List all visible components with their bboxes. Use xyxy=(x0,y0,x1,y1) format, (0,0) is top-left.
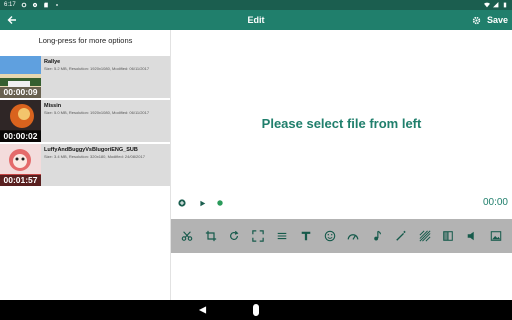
system-nav-bar xyxy=(0,300,512,320)
text-icon xyxy=(301,231,311,241)
save-button[interactable]: Save xyxy=(472,12,508,28)
empty-state-message: Please select file from left xyxy=(261,116,422,131)
file-name: Rallye xyxy=(44,59,61,65)
volume-icon xyxy=(467,231,474,241)
dot-notification-icon xyxy=(55,4,58,6)
back-button[interactable] xyxy=(4,12,20,28)
nav-home-button[interactable] xyxy=(251,304,261,316)
flip-tool-button[interactable] xyxy=(441,229,455,243)
arrow-left-icon xyxy=(7,16,16,24)
video-thumbnail: 00:00:09 xyxy=(0,56,41,98)
time-display: 00:00 xyxy=(482,197,508,208)
file-item-luffy[interactable]: 00:01:57 LuffyAndBuggyVsBlugoriENG_SUB S… xyxy=(0,144,170,186)
speed-icon xyxy=(348,234,359,240)
filter-tool-button[interactable] xyxy=(275,229,289,243)
file-meta: Size: 3.4 MB, Resolution: 320x180, Modif… xyxy=(44,154,145,159)
emoji-icon xyxy=(324,230,335,242)
rotate-icon xyxy=(230,230,239,240)
settings-notification-icon xyxy=(21,2,26,8)
file-list-panel: Long-press for more options 00:00:09 Ral… xyxy=(0,30,171,300)
add-circle-icon xyxy=(178,199,186,207)
file-meta: Size: 5.0 MB, Resolution: 1920x1080, Mod… xyxy=(44,110,150,115)
status-bar: 6:17 xyxy=(0,0,512,10)
effects-tool-button[interactable] xyxy=(394,229,408,243)
file-meta: Size: 5.2 MB, Resolution: 1920x1080, Mod… xyxy=(44,66,150,71)
scissors-icon xyxy=(181,231,193,241)
gear-icon xyxy=(472,16,481,24)
triangle-back-icon xyxy=(198,306,206,314)
nav-back-button[interactable] xyxy=(196,304,208,316)
gear-notification-icon xyxy=(32,2,37,8)
long-press-hint: Long-press for more options xyxy=(38,36,133,45)
speed-tool-button[interactable] xyxy=(346,229,360,243)
magic-icon xyxy=(396,230,406,241)
cut-tool-button[interactable] xyxy=(180,229,194,243)
fullscreen-icon xyxy=(252,230,264,242)
text-tool-button[interactable] xyxy=(299,229,313,243)
video-duration: 00:00:09 xyxy=(0,87,41,98)
app-bar: Edit Save xyxy=(0,10,512,30)
file-name: Missin xyxy=(44,103,62,109)
add-marker-button[interactable] xyxy=(177,198,187,208)
crop-tool-button[interactable] xyxy=(204,229,218,243)
save-label: Save xyxy=(486,15,508,25)
file-item-missin[interactable]: 00:00:02 Missin Size: 5.0 MB, Resolution… xyxy=(0,100,170,142)
sticker-tool-button[interactable] xyxy=(323,229,337,243)
battery-icon xyxy=(503,2,507,8)
sd-card-icon xyxy=(43,2,48,8)
file-item-rallye[interactable]: 00:00:09 Rallye Size: 5.2 MB, Resolution… xyxy=(0,56,170,98)
signal-icon xyxy=(493,2,499,8)
status-time: 6:17 xyxy=(4,2,16,8)
image-tool-button[interactable] xyxy=(489,229,503,243)
wifi-icon xyxy=(484,2,490,8)
playback-controls: 00:00 xyxy=(171,196,512,210)
volume-tool-button[interactable] xyxy=(465,229,479,243)
seek-dot-icon xyxy=(217,200,223,206)
video-duration: 00:00:02 xyxy=(0,131,41,142)
overlay-tool-button[interactable] xyxy=(418,229,432,243)
rotate-tool-button[interactable] xyxy=(227,229,241,243)
music-icon xyxy=(374,230,382,241)
crop-icon xyxy=(205,230,216,242)
video-thumbnail: 00:01:57 xyxy=(0,144,41,186)
page-title: Edit xyxy=(247,15,265,25)
music-tool-button[interactable] xyxy=(370,229,384,243)
app-root: 6:17 Edit Save Long-press for more optio… xyxy=(0,0,512,320)
play-button[interactable] xyxy=(197,198,207,208)
mirror-icon xyxy=(443,231,454,241)
image-icon xyxy=(490,231,502,241)
video-thumbnail: 00:00:02 xyxy=(0,100,41,142)
video-duration: 00:01:57 xyxy=(0,175,41,186)
file-name: LuffyAndBuggyVsBlugoriENG_SUB xyxy=(44,147,138,153)
edit-toolbar xyxy=(171,219,512,253)
stripes-icon xyxy=(419,230,431,242)
filters-icon xyxy=(277,232,287,240)
home-pill-icon xyxy=(253,304,259,316)
seek-handle[interactable] xyxy=(215,198,225,208)
resize-tool-button[interactable] xyxy=(251,229,265,243)
play-icon xyxy=(199,200,205,206)
